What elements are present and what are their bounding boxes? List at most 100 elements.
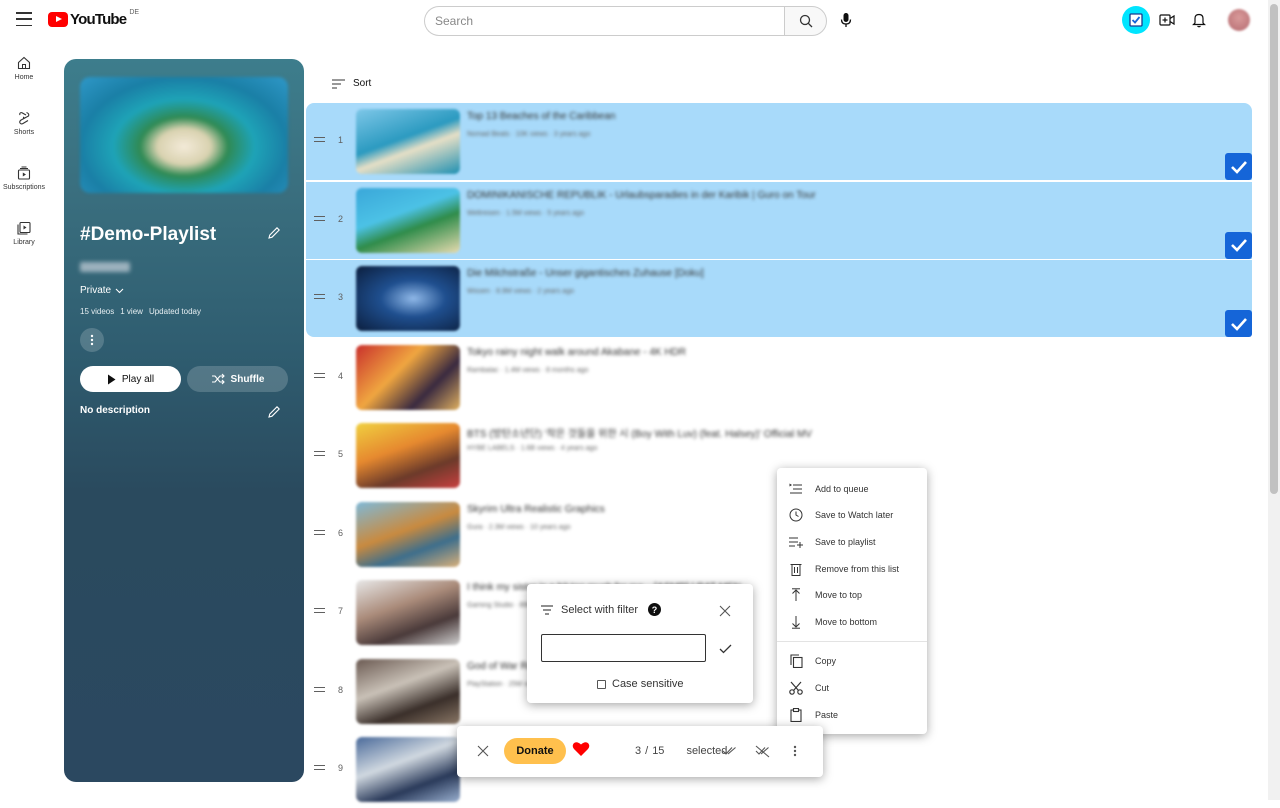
drag-handle-icon[interactable] (314, 137, 325, 142)
menu-item-label: Move to bottom (815, 617, 878, 627)
menu-item-copy[interactable]: Copy (777, 648, 927, 674)
menu-item-cut[interactable]: Cut (777, 675, 927, 701)
sort-button[interactable]: Sort (332, 78, 371, 89)
drag-handle-icon[interactable] (314, 451, 325, 456)
video-index: 7 (338, 606, 344, 616)
apply-filter-button[interactable] (719, 641, 732, 659)
drag-handle-icon[interactable] (314, 686, 325, 692)
video-thumbnail[interactable] (356, 737, 460, 802)
library-icon (17, 221, 31, 235)
edit-title-icon[interactable] (267, 226, 283, 242)
clear-selection-button[interactable] (477, 744, 489, 762)
video-thumbnail[interactable] (356, 266, 460, 331)
menu-item-add-to-queue[interactable]: Add to queue (777, 476, 927, 502)
more-vert-icon (793, 745, 797, 757)
create-button[interactable] (1155, 8, 1179, 32)
more-vert-icon (90, 334, 94, 346)
home-icon (17, 56, 31, 70)
video-row[interactable]: 2 DOMINIKANISCHE REPUBLIK - Urlaubsparadi… (306, 181, 1252, 259)
drag-handle-icon[interactable] (314, 765, 325, 770)
youtube-logo[interactable]: YouTube DE (48, 9, 139, 28)
extension-select-button[interactable] (1122, 6, 1150, 34)
selected-checkbox[interactable] (1225, 310, 1252, 337)
menu-item-save-to-playlist[interactable]: Save to playlist (777, 529, 927, 555)
play-all-button[interactable]: Play all (80, 366, 181, 392)
menu-item-watch-later[interactable]: Save to Watch later (777, 502, 927, 528)
video-thumbnail[interactable] (356, 423, 460, 488)
checkmark-icon (1230, 160, 1247, 174)
video-thumbnail[interactable] (356, 658, 460, 724)
video-meta: Wissen · 8.9M views · 2 years ago (467, 288, 574, 295)
notifications-button[interactable] (1187, 8, 1211, 32)
bell-icon (1192, 13, 1206, 28)
more-actions-button[interactable] (80, 328, 104, 352)
filter-input[interactable] (541, 634, 706, 662)
video-row[interactable]: 1 Top 13 Beaches of the Caribbean Nomad Be… (306, 103, 1252, 180)
video-thumbnail[interactable] (356, 344, 460, 410)
checkbox-box[interactable] (597, 679, 606, 689)
drag-handle-icon[interactable] (314, 294, 325, 299)
more-options-button[interactable] (787, 743, 803, 759)
context-menu: Add to queue Save to Watch later Save to… (777, 468, 927, 734)
video-row[interactable]: 4 Tokyo rainy night walk around Akabane -… (306, 339, 1252, 416)
video-title[interactable]: Die Milchstraße - Unser gigantisches Zuh… (467, 268, 704, 279)
video-index: 3 (338, 292, 344, 302)
drag-handle-icon[interactable] (314, 215, 325, 221)
select-all-button[interactable] (721, 743, 737, 759)
shuffle-button[interactable]: Shuffle (187, 366, 288, 392)
video-meta: Nomad Beats · 10K views · 3 years ago (467, 131, 591, 138)
video-row[interactable]: 3 Die Milchstraße - Unser gigantisches Zu… (306, 260, 1252, 337)
video-title[interactable]: Top 13 Beaches of the Caribbean (467, 111, 615, 122)
video-title[interactable]: BTS (방탄소년단) '작은 것들을 위한 시 (Boy With Luv) … (467, 425, 812, 440)
help-icon[interactable]: ? (648, 603, 662, 616)
menu-divider (777, 641, 927, 642)
menu-item-remove[interactable]: Remove from this list (777, 556, 927, 582)
menu-icon[interactable] (16, 12, 32, 26)
page-scrollbar[interactable] (1268, 0, 1280, 800)
nav-label: Home (14, 74, 34, 81)
double-check-icon (722, 747, 736, 755)
nav-library[interactable]: Library (0, 213, 48, 268)
video-thumbnail[interactable] (356, 187, 460, 253)
video-index: 5 (338, 449, 344, 459)
video-title[interactable]: Tokyo rainy night walk around Akabane - … (467, 347, 686, 358)
video-thumbnail[interactable] (356, 580, 460, 645)
menu-item-move-top[interactable]: Move to top (777, 582, 927, 608)
playlist-owner[interactable] (80, 262, 130, 272)
case-sensitive-checkbox[interactable]: Case sensitive (597, 678, 684, 690)
playlist-title: #Demo-Playlist (80, 224, 217, 245)
drag-handle-icon[interactable] (314, 529, 325, 535)
video-index: 6 (338, 527, 344, 538)
play-icon (107, 374, 116, 384)
check-icon (719, 644, 732, 654)
avatar[interactable] (1228, 9, 1250, 31)
selected-checkbox[interactable] (1225, 231, 1252, 259)
nav-subscriptions[interactable]: Subscriptions (0, 158, 48, 213)
menu-item-move-bottom[interactable]: Move to bottom (777, 609, 927, 635)
selected-checkbox[interactable] (1225, 153, 1252, 180)
nav-shorts[interactable]: Shorts (0, 103, 48, 158)
search-input[interactable] (425, 7, 785, 35)
heart-icon[interactable] (572, 741, 590, 762)
nav-home[interactable]: Home (0, 48, 48, 103)
drag-handle-icon[interactable] (314, 372, 325, 378)
privacy-dropdown[interactable]: Private (80, 285, 124, 296)
filter-popup-title: Select with filter (561, 603, 639, 616)
scrollbar-thumb[interactable] (1270, 4, 1278, 494)
search-button[interactable] (784, 6, 827, 36)
voice-search-button[interactable] (834, 8, 858, 32)
video-title[interactable]: DOMINIKANISCHE REPUBLIK - Urlaubsparadie… (467, 190, 816, 201)
menu-item-label: Save to playlist (815, 537, 876, 547)
playlist-thumbnail[interactable] (80, 77, 288, 193)
deselect-all-button[interactable] (754, 743, 770, 759)
menu-item-paste[interactable]: Paste (777, 702, 927, 728)
video-title[interactable]: Skyrim Ultra Realistic Graphics (467, 504, 605, 515)
donate-button[interactable]: Donate (504, 738, 566, 764)
updated-label: Updated today (148, 307, 201, 316)
edit-description-icon[interactable] (267, 405, 283, 421)
playlist-add-icon (789, 535, 803, 549)
close-filter-button[interactable] (719, 604, 731, 622)
video-thumbnail[interactable] (356, 109, 460, 174)
drag-handle-icon[interactable] (314, 608, 325, 613)
video-thumbnail[interactable] (356, 501, 460, 567)
